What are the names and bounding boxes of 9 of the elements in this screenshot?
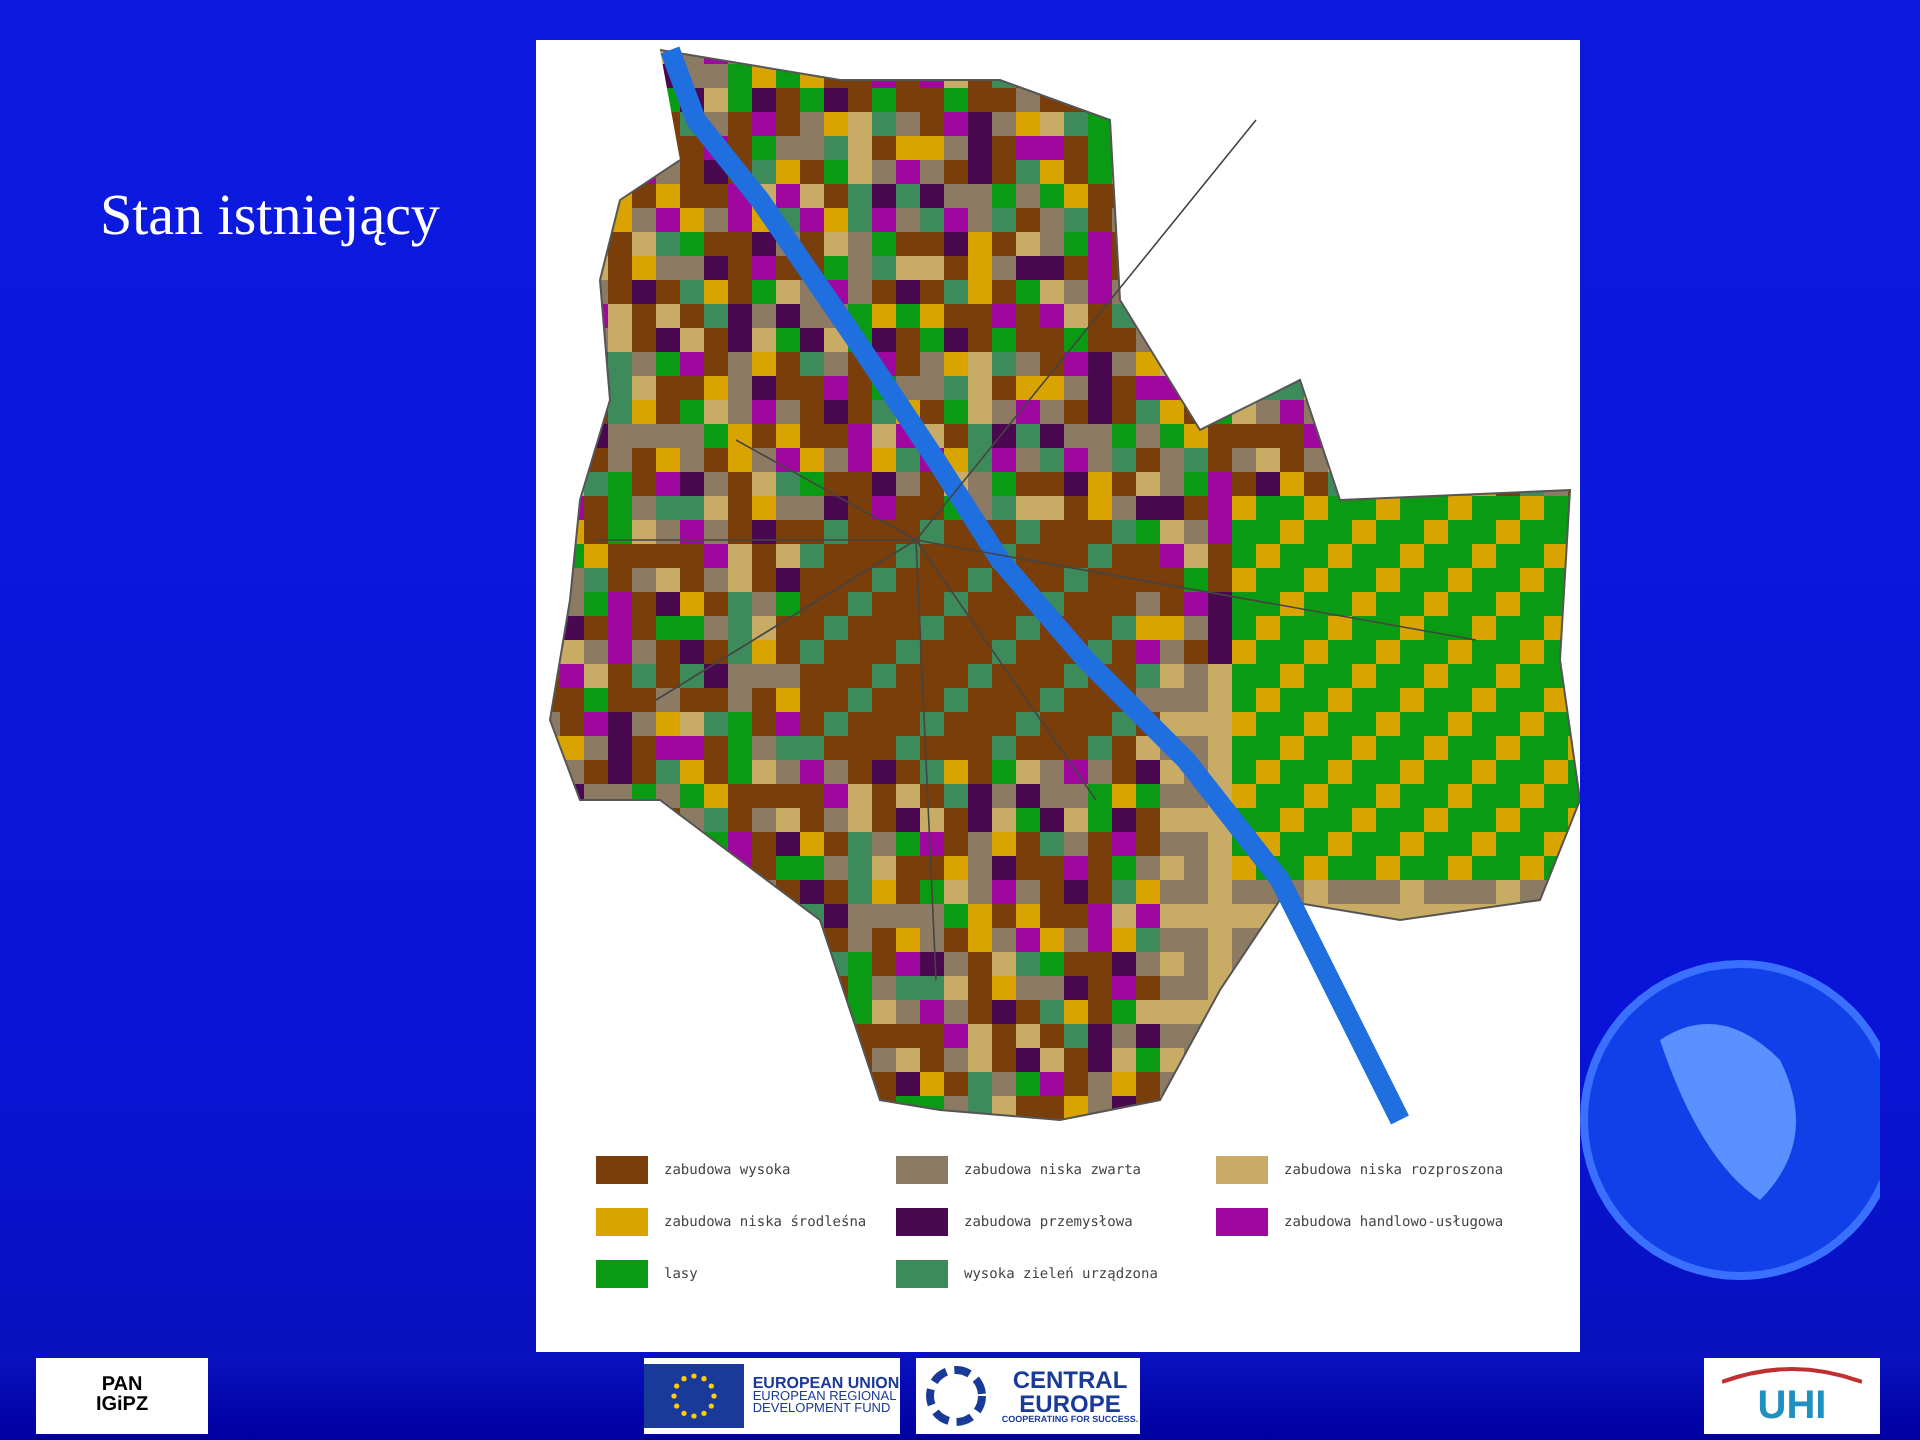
eu-logo-text: EUROPEAN UNION <box>752 1375 900 1391</box>
slide-title: Stan istniejący <box>100 184 442 250</box>
institute-logo-text: IGiPZ <box>95 1396 149 1416</box>
central-europe-text: CENTRAL <box>1012 1367 1128 1392</box>
central-europe-text: EUROPE <box>1019 1391 1121 1416</box>
institute-logo-text: PAN <box>101 1376 143 1396</box>
uhi-logo-text: UHI <box>1757 1383 1827 1429</box>
eu-flag-icon <box>644 1364 745 1428</box>
skyline-icon <box>1722 1363 1862 1383</box>
